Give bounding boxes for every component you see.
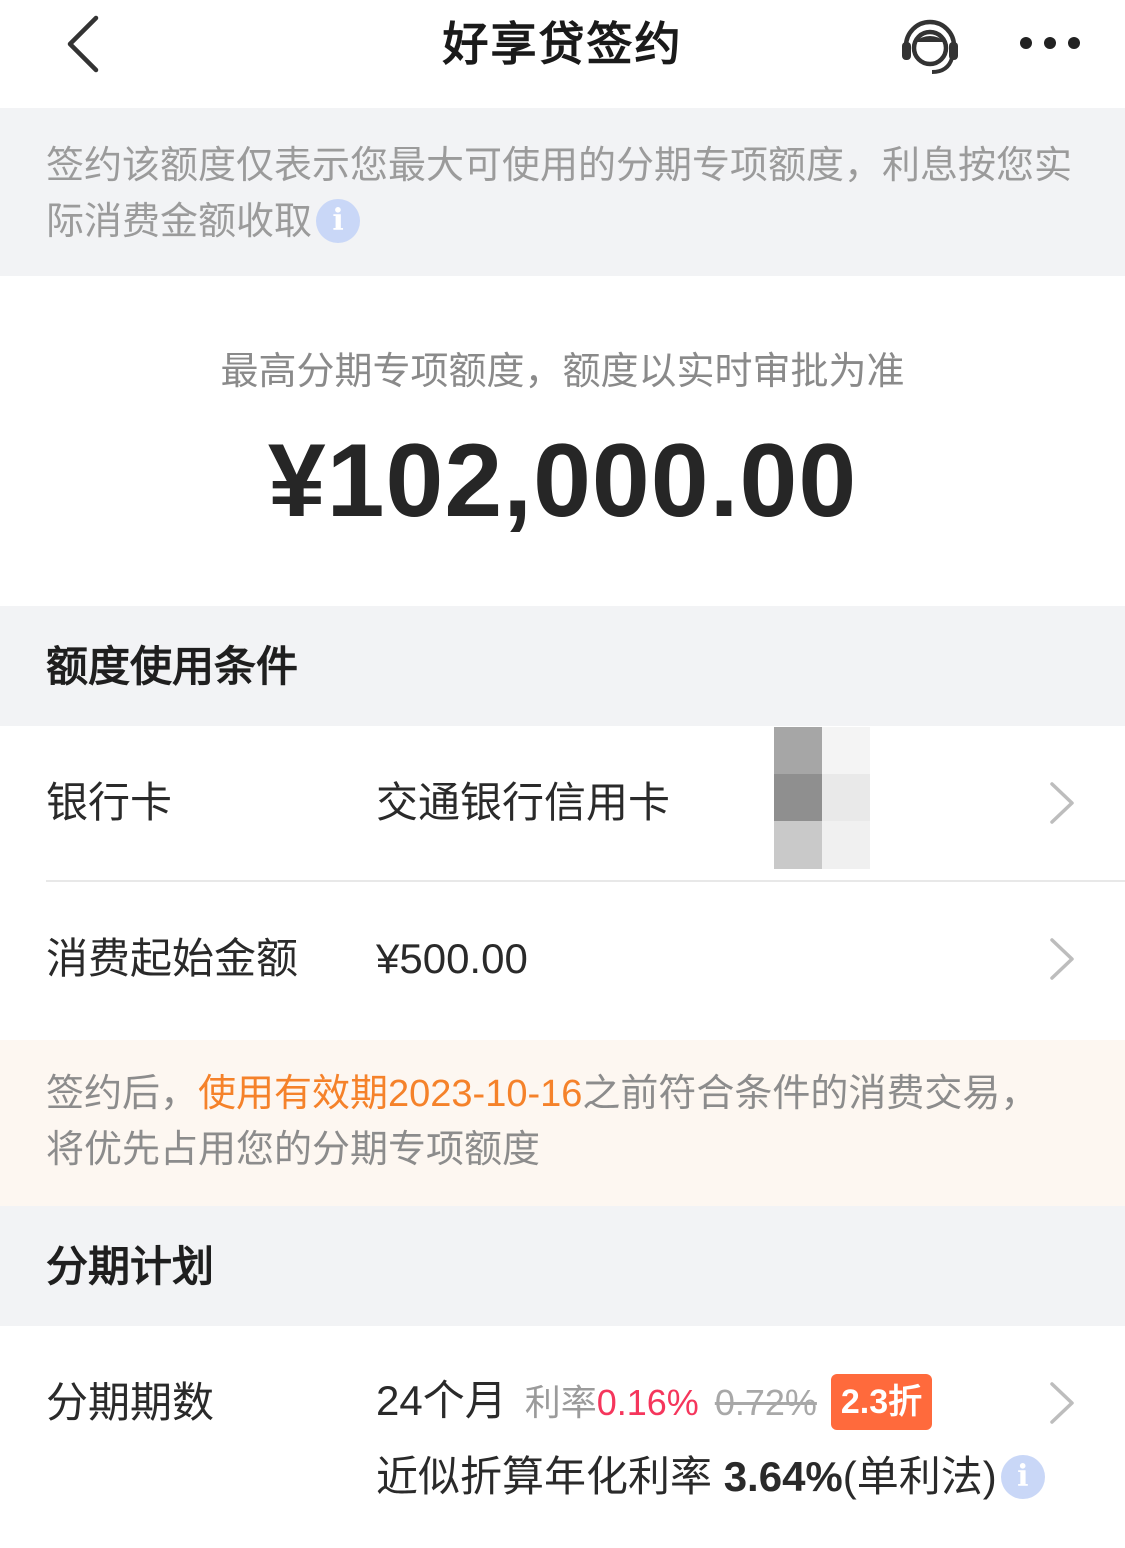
- quota-caption: 最高分期专项额度，额度以实时审批为准: [220, 351, 905, 393]
- notice-banner: 签约该额度仅表示您最大可使用的分期专项额度，利息按您实际消费金额收取 i: [0, 108, 1125, 276]
- apr-value: 3.64%: [723, 1453, 843, 1500]
- info-icon[interactable]: i: [316, 198, 361, 243]
- plan-section-title: 分期计划: [46, 1243, 215, 1290]
- hint-prefix: 签约后，: [46, 1073, 199, 1115]
- nav-bar: 好享贷签约: [0, 0, 1125, 108]
- card-number-mosaic: [774, 727, 870, 869]
- discount-badge: 2.3折: [830, 1374, 933, 1430]
- min-amount-label: 消费起始金额: [46, 935, 299, 982]
- bank-card-value: 交通银行信用卡: [376, 779, 671, 826]
- plan-section-header: 分期计划: [0, 1206, 1125, 1326]
- original-rate: 0.72%: [714, 1382, 817, 1423]
- customer-service-icon[interactable]: [896, 12, 964, 76]
- notice-text: 签约该额度仅表示您最大可使用的分期专项额度，利息按您实际消费金额收取: [46, 145, 1073, 243]
- info-icon[interactable]: i: [1000, 1454, 1045, 1499]
- hint-validity-date: 使用有效期2023-10-16: [198, 1073, 583, 1115]
- chevron-right-icon[interactable]: [1048, 1380, 1076, 1426]
- rate-line: 24个月 利率0.16% 0.72% 2.3折: [376, 1372, 933, 1432]
- discounted-rate: 0.16%: [596, 1382, 699, 1423]
- bank-card-row[interactable]: 银行卡 交通银行信用卡: [0, 726, 1125, 882]
- usage-hint: 签约后，使用有效期2023-10-16之前符合条件的消费交易，将优先占用您的分期…: [0, 1040, 1125, 1206]
- apr-label: 近似折算年化利率: [376, 1453, 713, 1500]
- quota-amount: ¥102,000.00: [267, 423, 858, 539]
- apr-method: (单利法): [842, 1453, 997, 1500]
- bank-card-label: 银行卡: [46, 779, 173, 826]
- min-amount-value: ¥500.00: [376, 935, 528, 982]
- conditions-section-title: 额度使用条件: [46, 643, 299, 690]
- installment-term-value: 24个月: [376, 1377, 507, 1424]
- min-amount-row[interactable]: 消费起始金额 ¥500.00: [0, 882, 1125, 1040]
- rate-label: 利率: [524, 1382, 597, 1423]
- apr-line: 近似折算年化利率 3.64%(单利法) i: [376, 1448, 1045, 1506]
- conditions-section-header: 额度使用条件: [0, 606, 1125, 726]
- installment-term-row[interactable]: 分期期数 24个月 利率0.16% 0.72% 2.3折 近似折算年化利率 3.64%…: [0, 1326, 1125, 1548]
- chevron-right-icon[interactable]: [1048, 780, 1076, 826]
- installment-term-label: 分期期数: [46, 1379, 215, 1426]
- chevron-right-icon[interactable]: [1048, 936, 1076, 982]
- quota-card: 最高分期专项额度，额度以实时审批为准 ¥102,000.00: [0, 276, 1125, 606]
- more-dots-icon[interactable]: [1018, 28, 1082, 58]
